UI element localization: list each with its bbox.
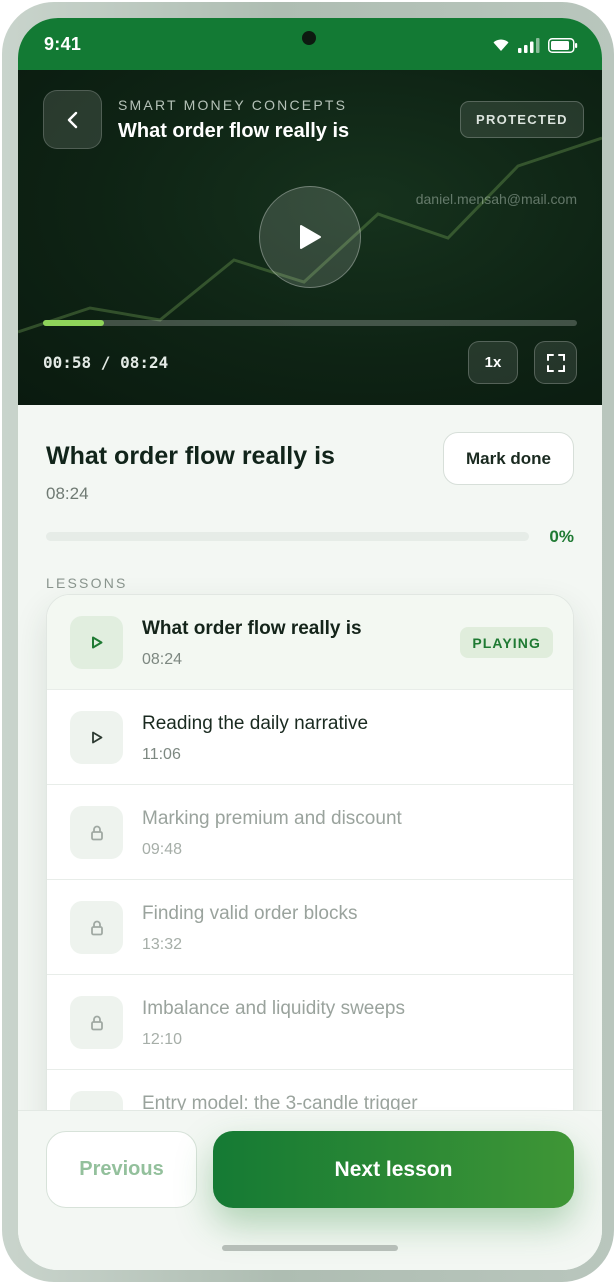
wifi-icon: [493, 39, 509, 51]
lesson-duration: 08:24: [46, 484, 89, 503]
bottom-action-bar: Previous Next lesson: [18, 1110, 602, 1270]
camera-cutout: [302, 31, 316, 45]
lock-icon: [90, 825, 103, 840]
lesson-icon-box: [70, 996, 123, 1049]
time-readout: 00:58 / 08:24: [43, 353, 169, 372]
email-watermark: daniel.mensah@mail.com: [415, 191, 577, 207]
phone-frame: 9:41 SMART MONEY CONCEPTS What order flo…: [2, 2, 614, 1282]
playing-badge: PLAYING: [460, 627, 553, 658]
lesson-item-1[interactable]: What order flow really is 08:24 PLAYING: [47, 595, 573, 690]
lesson-icon-box: [70, 901, 123, 954]
lesson-item-title: What order flow really is: [142, 618, 362, 639]
video-title: What order flow really is: [118, 120, 350, 142]
lesson-item-duration: 09:48: [142, 841, 183, 858]
lock-icon: [90, 1015, 103, 1030]
lesson-item-title: Reading the daily narrative: [142, 713, 369, 734]
lesson-progress-bar: [46, 532, 529, 541]
play-icon: [91, 636, 102, 649]
course-name: SMART MONEY CONCEPTS: [118, 97, 348, 113]
next-lesson-button[interactable]: Next lesson: [213, 1131, 574, 1208]
lock-icon: [90, 920, 103, 935]
lesson-item-duration: 13:32: [142, 936, 183, 953]
lesson-list: What order flow really is 08:24 PLAYING …: [46, 594, 574, 1154]
lesson-title: What order flow really is: [46, 442, 335, 470]
fullscreen-icon: [546, 353, 565, 372]
seek-bar-fill: [43, 320, 105, 326]
lesson-icon-box: [70, 616, 123, 669]
status-icons: [492, 35, 578, 55]
lesson-item-title: Finding valid order blocks: [142, 903, 358, 924]
mark-done-button[interactable]: Mark done: [443, 432, 574, 485]
home-indicator[interactable]: [222, 1245, 398, 1251]
lesson-item-4[interactable]: Finding valid order blocks 13:32: [47, 880, 573, 975]
lesson-item-duration: 08:24: [142, 651, 183, 668]
status-time: 9:41: [44, 34, 82, 54]
previous-button[interactable]: Previous: [46, 1131, 197, 1208]
lesson-item-3[interactable]: Marking premium and discount 09:48: [47, 785, 573, 880]
app-screen: 9:41 SMART MONEY CONCEPTS What order flo…: [18, 18, 602, 1270]
protected-badge: PROTECTED: [460, 101, 584, 138]
play-icon: [300, 225, 321, 249]
back-button[interactable]: [43, 90, 102, 149]
play-icon: [91, 731, 102, 744]
lesson-item-5[interactable]: Imbalance and liquidity sweeps 12:10: [47, 975, 573, 1070]
chevron-left-icon: [67, 111, 77, 128]
cellular-signal-icon: [518, 37, 540, 53]
lesson-item-duration: 11:06: [142, 746, 181, 763]
progress-percent: 0%: [549, 527, 574, 546]
lesson-item-title: Imbalance and liquidity sweeps: [142, 998, 405, 1019]
lessons-section-label: LESSONS: [46, 575, 128, 591]
playback-speed-button[interactable]: 1x: [468, 341, 518, 384]
lesson-item-duration: 12:10: [142, 1031, 183, 1048]
lesson-icon-box: [70, 711, 123, 764]
battery-icon: [548, 37, 578, 53]
lesson-item-2[interactable]: Reading the daily narrative 11:06: [47, 690, 573, 785]
lesson-icon-box: [70, 806, 123, 859]
lesson-item-title: Marking premium and discount: [142, 808, 402, 829]
seek-bar[interactable]: [43, 320, 577, 326]
play-button[interactable]: [259, 186, 361, 288]
video-player[interactable]: SMART MONEY CONCEPTS What order flow rea…: [18, 70, 602, 405]
fullscreen-button[interactable]: [534, 341, 577, 384]
status-bar: 9:41: [18, 18, 602, 70]
